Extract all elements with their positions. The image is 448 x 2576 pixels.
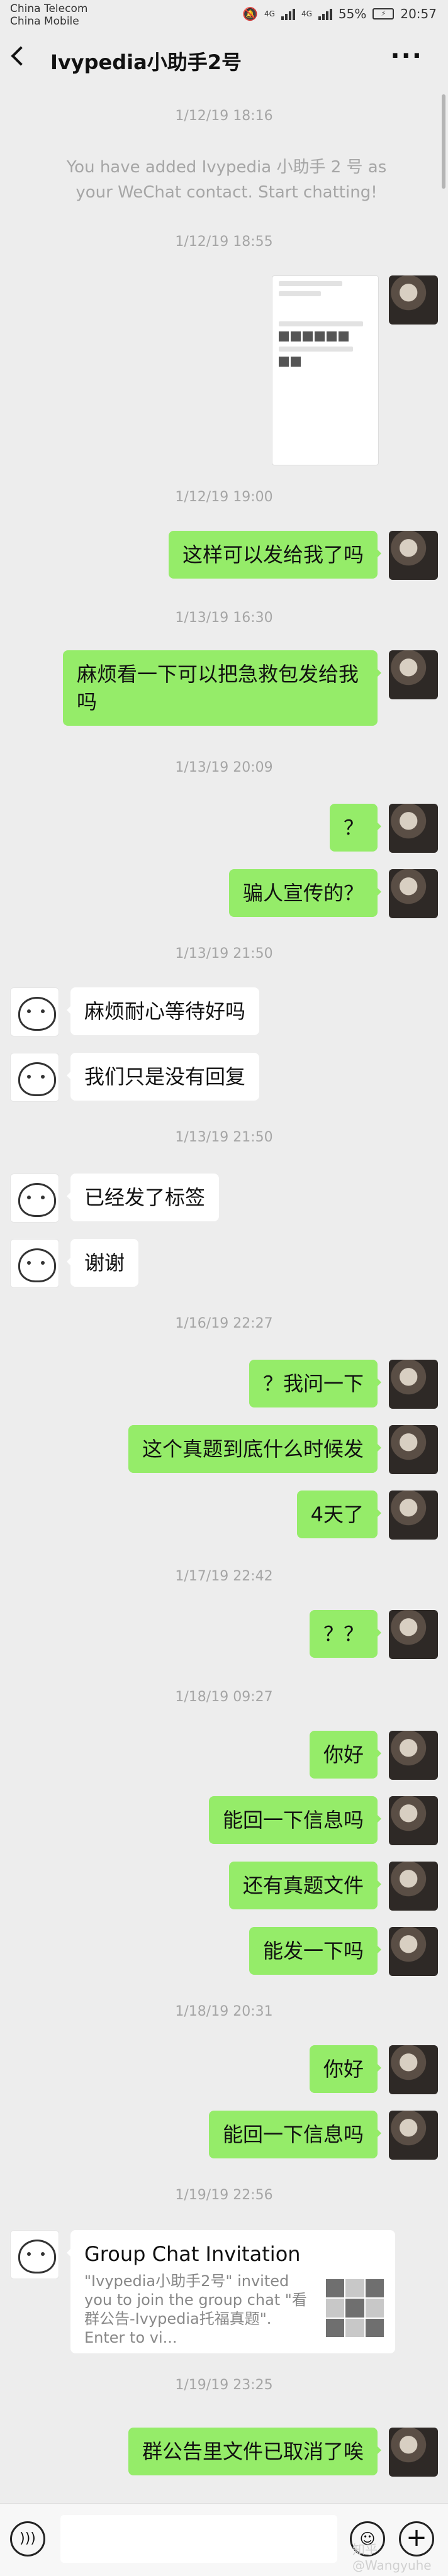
bot-avatar[interactable]	[10, 1239, 59, 1288]
timestamp: 1/16/19 22:27	[175, 1316, 273, 1331]
timestamp: 1/13/19 16:30	[175, 610, 273, 626]
message-bubble[interactable]: 谢谢	[66, 1239, 139, 1287]
bot-avatar[interactable]	[10, 1053, 59, 1102]
carrier-2: China Mobile	[10, 15, 79, 28]
message-bubble[interactable]: ？？	[309, 1610, 382, 1658]
watermark: 知乎 @Wangyuhe	[352, 2542, 432, 2573]
message-bubble[interactable]: ？我问一下	[249, 1360, 382, 1407]
battery-percent: 55%	[338, 6, 367, 21]
chat-title: Ivypedia小助手2号	[50, 50, 242, 74]
bot-avatar[interactable]	[10, 1174, 59, 1223]
network-type-1: 4G	[264, 9, 275, 18]
message-bubble[interactable]: 麻烦看一下可以把急救包发给我吗	[63, 650, 381, 726]
my-avatar[interactable]	[389, 1927, 438, 1976]
my-avatar[interactable]	[389, 1425, 438, 1474]
timestamp: 1/13/19 21:50	[175, 1130, 273, 1145]
my-avatar[interactable]	[389, 1360, 438, 1409]
timestamp: 1/18/19 09:27	[175, 1689, 273, 1705]
message-bubble[interactable]: 这个真题到底什么时候发	[128, 1425, 382, 1473]
message-bubble[interactable]: 能回一下信息吗	[208, 2111, 382, 2158]
message-bubble[interactable]: 这样可以发给我了吗	[168, 531, 382, 579]
screenshot-image-message[interactable]	[272, 275, 379, 465]
my-avatar[interactable]	[389, 275, 438, 325]
system-message: You have added Ivypedia 小助手 2 号 as your …	[66, 158, 387, 202]
status-right: 🔕 4G 4G 55% ⚡ 20:57	[242, 6, 437, 21]
message-bubble[interactable]: 能发一下吗	[249, 1927, 382, 1975]
my-avatar[interactable]	[389, 650, 438, 699]
my-avatar[interactable]	[389, 1862, 438, 1911]
battery-icon: ⚡	[372, 8, 395, 19]
timestamp: 1/13/19 21:50	[175, 946, 273, 962]
my-avatar[interactable]	[389, 1796, 438, 1845]
timestamp: 1/19/19 22:56	[175, 2187, 273, 2203]
clock: 20:57	[400, 6, 437, 21]
timestamp: 1/18/19 20:31	[175, 2004, 273, 2019]
back-arrow-icon[interactable]	[11, 46, 31, 66]
group-thumbnail	[326, 2279, 384, 2337]
timestamp: 1/12/19 18:16	[175, 108, 273, 124]
my-avatar[interactable]	[389, 869, 438, 918]
carrier-1: China Telecom	[10, 3, 88, 15]
network-type-2: 4G	[301, 9, 312, 18]
message-bubble[interactable]: 你好	[309, 1731, 382, 1779]
bot-avatar[interactable]	[10, 2230, 59, 2279]
timestamp: 1/13/19 20:09	[175, 760, 273, 775]
message-bubble[interactable]: 麻烦耐心等待好吗	[66, 987, 260, 1035]
more-icon[interactable]: ···	[390, 42, 423, 70]
signal-2-icon	[318, 8, 332, 20]
chat-header: Ivypedia小助手2号 ···	[0, 31, 448, 87]
timestamp: 1/19/19 23:25	[175, 2377, 273, 2393]
message-bubble[interactable]: 4天了	[296, 1491, 382, 1538]
message-bubble[interactable]: 我们只是没有回复	[66, 1053, 260, 1101]
my-avatar[interactable]	[389, 804, 438, 853]
carrier-info: China Telecom China Mobile	[10, 3, 87, 28]
message-input[interactable]	[60, 2515, 337, 2563]
timestamp: 1/12/19 18:55	[175, 234, 273, 250]
group-invite-description: "Ivypedia小助手2号" invited you to join the …	[84, 2272, 307, 2346]
bot-avatar[interactable]	[10, 987, 59, 1036]
my-avatar[interactable]	[389, 2045, 438, 2094]
status-bar: China Telecom China Mobile 🔕 4G 4G 55% ⚡…	[0, 0, 448, 31]
my-avatar[interactable]	[389, 1610, 438, 1659]
message-bubble[interactable]: 骗人宣传的？	[228, 869, 382, 917]
my-avatar[interactable]	[389, 2428, 438, 2477]
signal-1-icon	[281, 8, 295, 20]
my-avatar[interactable]	[389, 531, 438, 580]
voice-icon[interactable]: )))	[10, 2521, 45, 2557]
group-invite-card[interactable]: Group Chat Invitation "Ivypedia小助手2号" in…	[67, 2230, 395, 2353]
group-invite-title: Group Chat Invitation	[84, 2242, 301, 2266]
my-avatar[interactable]	[389, 1731, 438, 1780]
timestamp: 1/12/19 19:00	[175, 489, 273, 505]
message-bubble[interactable]: ？	[329, 804, 382, 852]
my-avatar[interactable]	[389, 2111, 438, 2160]
message-bubble[interactable]: 已经发了标签	[66, 1174, 220, 1221]
my-avatar[interactable]	[389, 1491, 438, 1540]
mute-icon: 🔕	[242, 6, 259, 21]
message-bubble[interactable]: 群公告里文件已取消了唉	[128, 2428, 382, 2475]
message-bubble[interactable]: 还有真题文件	[228, 1862, 382, 1909]
message-bubble[interactable]: 你好	[309, 2045, 382, 2093]
timestamp: 1/17/19 22:42	[175, 1568, 273, 1584]
message-bubble[interactable]: 能回一下信息吗	[208, 1796, 382, 1844]
